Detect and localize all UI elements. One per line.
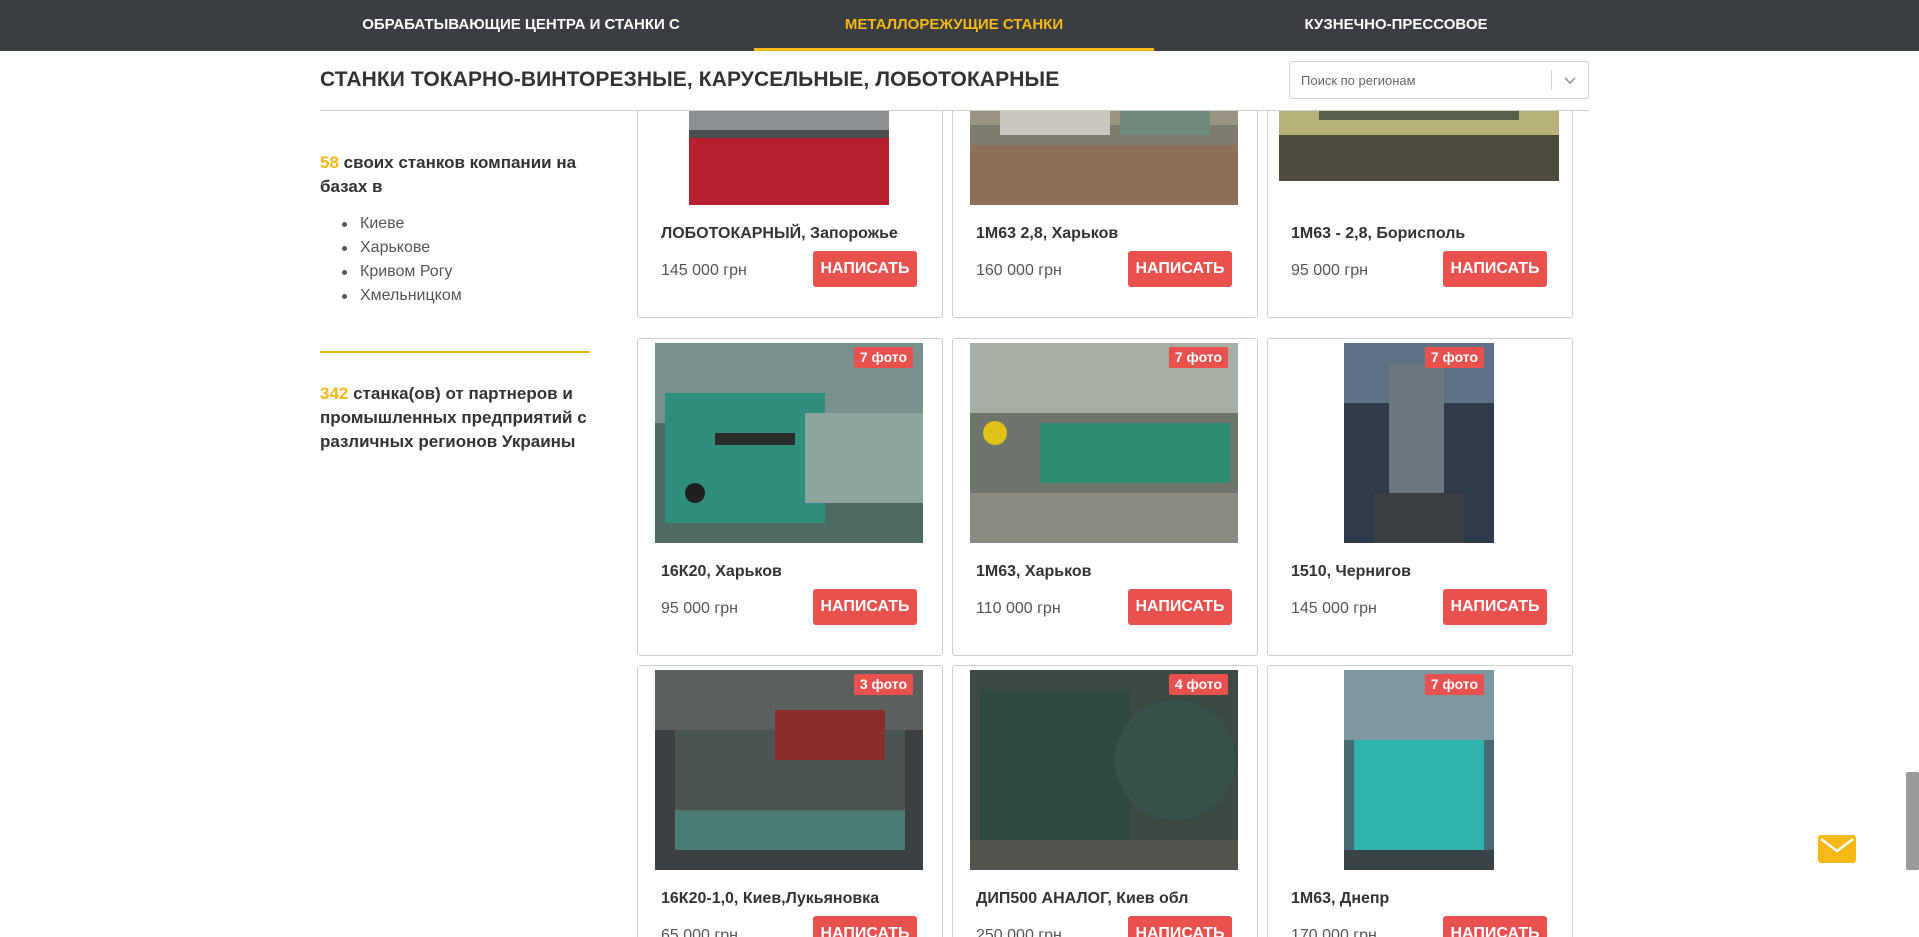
photo-count-badge: 7 фото [1168,347,1228,368]
listing-title[interactable]: 1510, Чернигов [1291,563,1411,581]
listing-card[interactable]: 7 фото 1М63, Днепр 170 000 грн НАПИСАТЬ [1267,665,1573,937]
city-item: Харькове [342,236,462,260]
machine-photo[interactable]: 4 фото [970,670,1238,870]
city-item: Хмельницком [342,284,462,308]
write-button[interactable]: НАПИСАТЬ [813,251,917,287]
listing-price: 160 000 грн [976,262,1062,279]
machine-photo[interactable]: 7 фото [1344,343,1494,543]
partner-machines-stat: 342 станка(ов) от партнеров и промышленн… [320,382,610,454]
write-button[interactable]: НАПИСАТЬ [1128,916,1232,937]
listing-price: 170 000 грн [1291,927,1377,937]
listing-price: 145 000 грн [661,262,747,279]
own-machines-text: своих станков компании на базах в [320,153,577,196]
listing-title[interactable]: ЛОБОТОКАРНЫЙ, Запорожье [661,225,898,243]
photo-count-badge: 3 фото [853,674,913,695]
photo-count-badge: 7 фото [1424,674,1484,695]
listing-card[interactable]: 1М63 2,8, Харьков 160 000 грн НАПИСАТЬ [952,111,1258,318]
cities-list: Киеве Харькове Кривом Рогу Хмельницком [342,212,462,308]
scrollbar-thumb[interactable] [1906,772,1919,870]
write-button[interactable]: НАПИСАТЬ [813,916,917,937]
machine-photo[interactable]: 7 фото [970,343,1238,543]
listing-price: 145 000 грн [1291,600,1377,617]
select-separator [1551,70,1552,90]
top-navigation: ОБРАБАТЫВАЮЩИЕ ЦЕНТРА И СТАНКИ С ЧПУ МЕТ… [0,0,1919,83]
listing-card[interactable]: 7 фото 16К20, Харьков 95 000 грн НАПИСАТ… [637,338,943,656]
photo-count-badge: 7 фото [853,347,913,368]
write-button[interactable]: НАПИСАТЬ [1443,916,1547,937]
tab-cnc-machines[interactable]: ОБРАБАТЫВАЮЩИЕ ЦЕНТРА И СТАНКИ С ЧПУ [348,0,694,83]
listing-title[interactable]: 16К20-1,0, Киев,Лукьяновка [661,890,879,908]
listing-card[interactable]: 7 фото 1М63, Харьков 110 000 грн НАПИСАТ… [952,338,1258,656]
listing-title[interactable]: 1М63, Харьков [976,563,1092,581]
city-item: Кривом Рогу [342,260,462,284]
listing-price: 95 000 грн [661,600,738,617]
listing-price: 65 000 грн [661,927,738,937]
write-button[interactable]: НАПИСАТЬ [813,589,917,625]
partner-machines-count: 342 [320,384,349,403]
listing-card[interactable]: 4 фото ДИП500 АНАЛОГ, Киев обл 250 000 г… [952,665,1258,937]
tab-metal-cutting-machines[interactable]: МЕТАЛЛОРЕЖУЩИЕ СТАНКИ [754,0,1154,51]
listing-card[interactable]: ЛОБОТОКАРНЫЙ, Запорожье 145 000 грн НАПИ… [637,111,943,318]
own-machines-stat: 58 своих станков компании на базах в [320,151,590,199]
listing-title[interactable]: ДИП500 АНАЛОГ, Киев обл [976,890,1188,908]
listing-card[interactable]: 3 фото 16К20-1,0, Киев,Лукьяновка 65 000… [637,665,943,937]
write-button[interactable]: НАПИСАТЬ [1128,251,1232,287]
region-search-select[interactable]: Поиск по регионам [1289,61,1589,99]
listings-grid: ЛОБОТОКАРНЫЙ, Запорожье 145 000 грн НАПИ… [630,111,1580,937]
listing-price: 95 000 грн [1291,262,1368,279]
tab-forging-press-equipment[interactable]: КУЗНЕЧНО-ПРЕССОВОЕ ОБОРУДОВАНИЕ [1246,0,1546,83]
write-button[interactable]: НАПИСАТЬ [1443,251,1547,287]
partner-machines-text: станка(ов) от партнеров и промышленных п… [320,384,587,451]
page-title: СТАНКИ ТОКАРНО-ВИНТОРЕЗНЫЕ, КАРУСЕЛЬНЫЕ,… [320,68,1060,91]
write-button[interactable]: НАПИСАТЬ [1128,589,1232,625]
photo-count-badge: 4 фото [1168,674,1228,695]
listing-title[interactable]: 16К20, Харьков [661,563,782,581]
machine-photo[interactable]: 3 фото [655,670,923,870]
mail-icon[interactable] [1818,835,1856,863]
listing-price: 110 000 грн [976,600,1061,617]
city-item: Киеве [342,212,462,236]
listing-title[interactable]: 1М63 - 2,8, Борисполь [1291,225,1465,243]
machine-photo[interactable] [689,111,889,205]
chevron-down-icon[interactable] [1564,72,1576,88]
listing-title[interactable]: 1М63 2,8, Харьков [976,225,1118,243]
section-header: СТАНКИ ТОКАРНО-ВИНТОРЕЗНЫЕ, КАРУСЕЛЬНЫЕ,… [320,51,1589,111]
machine-photo[interactable] [970,111,1238,205]
own-machines-count: 58 [320,153,339,172]
write-button[interactable]: НАПИСАТЬ [1443,589,1547,625]
machine-photo[interactable] [1279,111,1559,181]
listing-title[interactable]: 1М63, Днепр [1291,890,1389,908]
listing-card[interactable]: 7 фото 1510, Чернигов 145 000 грн НАПИСА… [1267,338,1573,656]
sidebar-divider [320,351,590,353]
machine-photo[interactable]: 7 фото [655,343,923,543]
photo-count-badge: 7 фото [1424,347,1484,368]
region-select-placeholder: Поиск по регионам [1301,73,1416,88]
listing-price: 250 000 грн [976,927,1062,937]
machine-photo[interactable]: 7 фото [1344,670,1494,870]
listing-card[interactable]: 1М63 - 2,8, Борисполь 95 000 грн НАПИСАТ… [1267,111,1573,318]
